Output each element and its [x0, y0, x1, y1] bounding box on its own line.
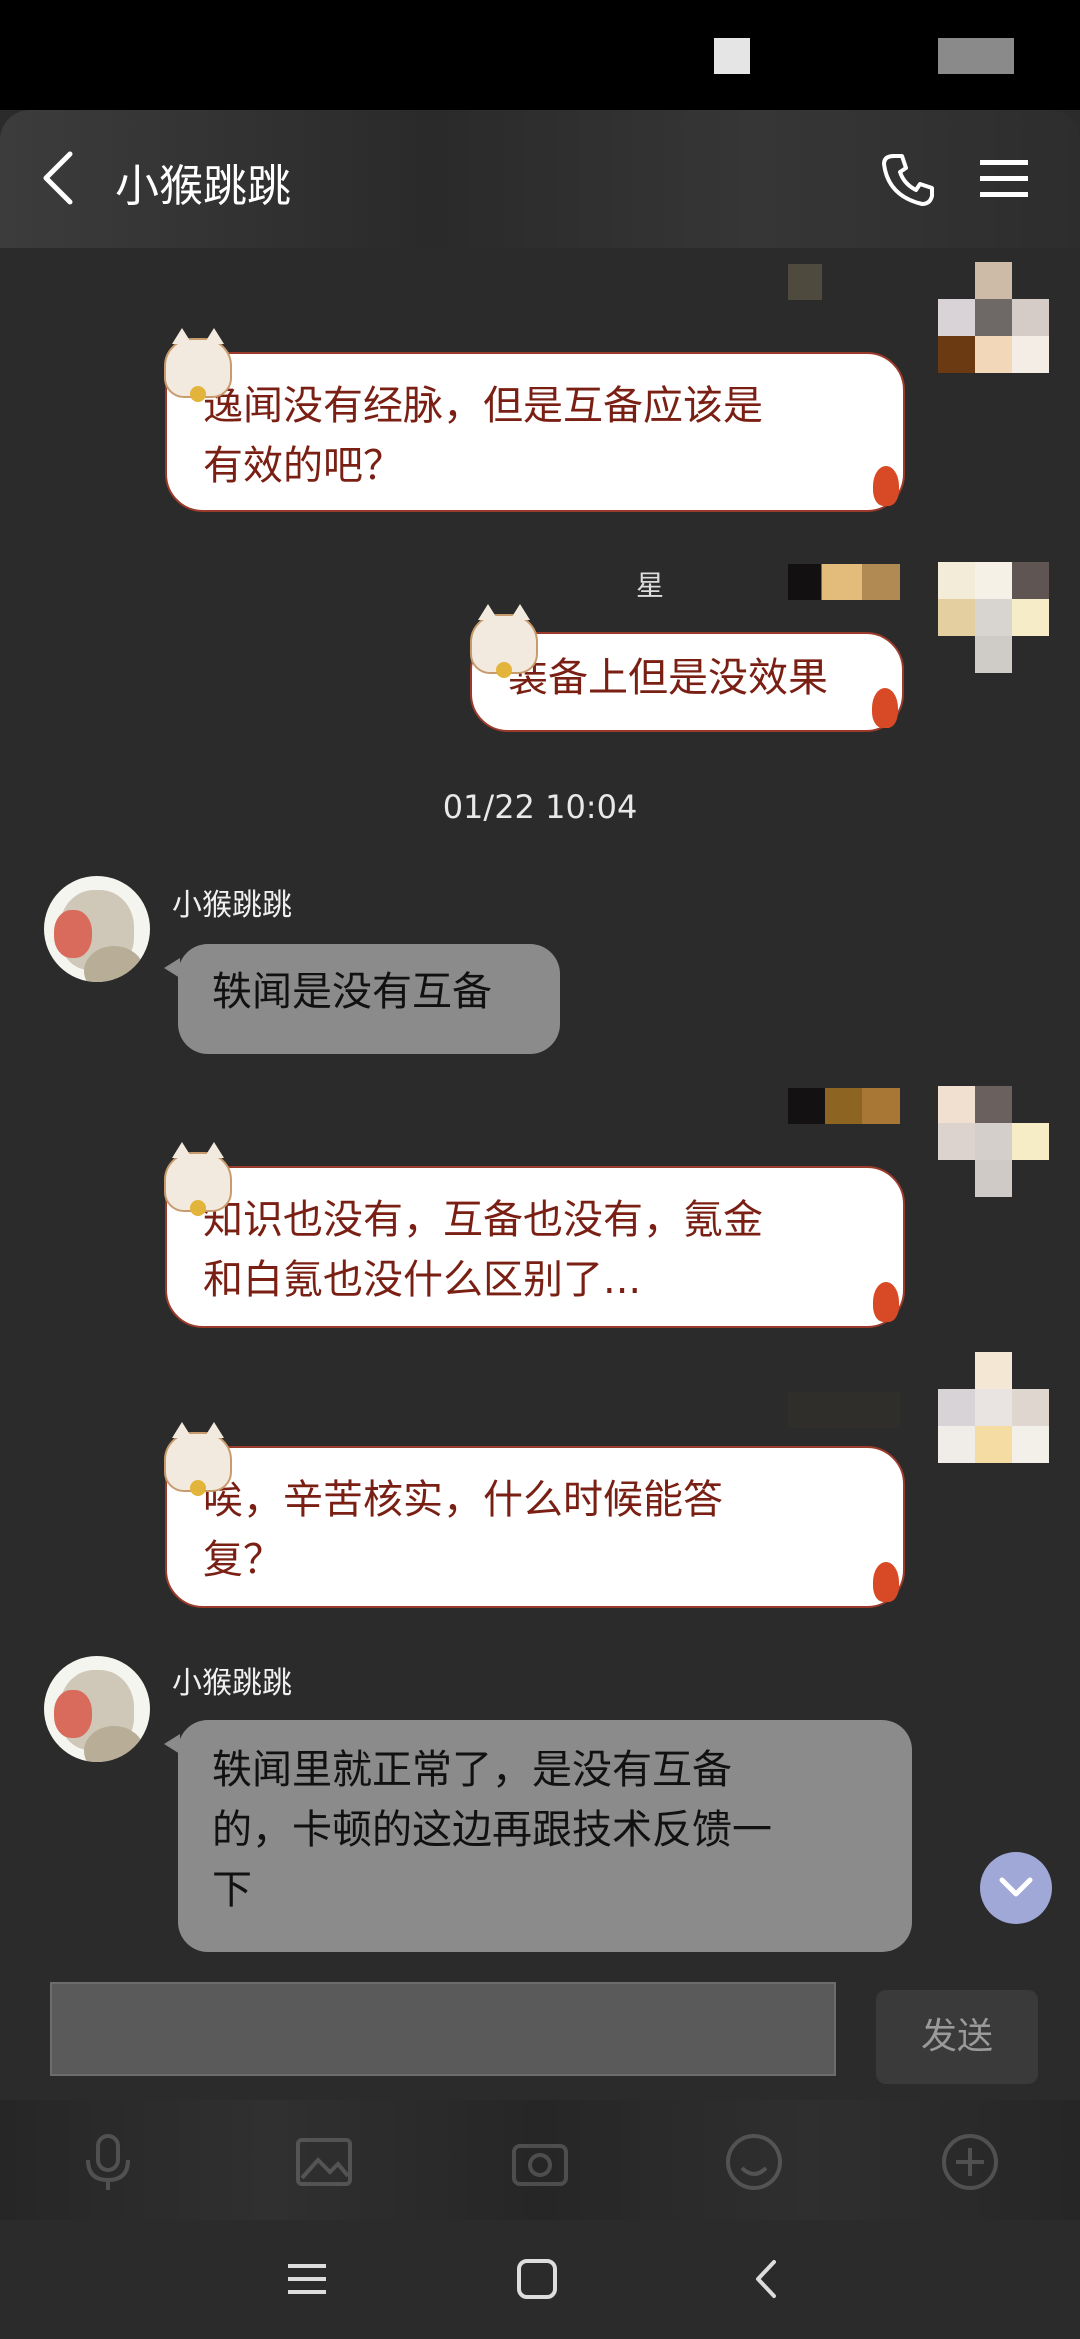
- sender-label: 星: [636, 569, 665, 602]
- sender-name: 小猴跳跳: [172, 1666, 292, 1701]
- sender-name: 小猴跳跳: [172, 888, 292, 923]
- message-text: 的，卡顿的这边再跟技术反馈一: [212, 1807, 772, 1853]
- system-nav-bar: [0, 2220, 1080, 2339]
- message-text: 知识也没有，互备也没有，氪金: [203, 1197, 763, 1243]
- message-text: 复？: [203, 1537, 283, 1583]
- plus-icon[interactable]: [938, 2130, 1002, 2194]
- flame-decoration: [872, 688, 898, 728]
- contact-avatar[interactable]: [44, 1656, 150, 1762]
- image-icon[interactable]: [292, 2130, 356, 2194]
- flame-decoration: [873, 1282, 899, 1322]
- flame-decoration: [873, 466, 899, 506]
- message-input[interactable]: [50, 1982, 836, 2076]
- chevron-down-icon: [999, 1877, 1033, 1897]
- message-bubble-incoming[interactable]: 轶闻里就正常了，是没有互备 的，卡顿的这边再跟技术反馈一 下: [164, 1720, 912, 1952]
- input-toolbar: [0, 2100, 1080, 2220]
- sender-name-redacted: [788, 1392, 900, 1428]
- nav-home-icon[interactable]: [514, 2256, 560, 2302]
- contact-avatar[interactable]: [44, 876, 150, 982]
- lucky-cat-decoration: [164, 1422, 232, 1496]
- battery-indicator: [938, 38, 1014, 74]
- my-avatar[interactable]: [938, 562, 1050, 674]
- lucky-cat-decoration: [470, 604, 538, 678]
- message-text: 轶闻里就正常了，是没有互备: [212, 1747, 732, 1793]
- sender-name-redacted: [788, 564, 900, 600]
- camera-icon[interactable]: [508, 2130, 572, 2194]
- timestamp: 01/22 10:04: [442, 788, 638, 826]
- message-text: 有效的吧？: [203, 443, 403, 489]
- message-text: 和白氪也没什么区别了...: [203, 1257, 642, 1303]
- message-bubble-outgoing[interactable]: 知识也没有，互备也没有，氪金 和白氪也没什么区别了...: [165, 1166, 905, 1328]
- message-text: 唉，辛苦核实，什么时候能答: [203, 1477, 723, 1523]
- message-bubble-outgoing[interactable]: 唉，辛苦核实，什么时候能答 复？: [165, 1446, 905, 1608]
- my-avatar[interactable]: [938, 262, 1050, 374]
- nav-back-icon[interactable]: [744, 2256, 790, 2302]
- input-bar: 发送: [0, 1978, 1080, 2098]
- emoji-icon[interactable]: [722, 2130, 786, 2194]
- phone-icon[interactable]: [880, 150, 938, 208]
- lucky-cat-decoration: [164, 328, 232, 402]
- my-avatar[interactable]: [938, 1352, 1050, 1464]
- menu-icon[interactable]: [978, 156, 1030, 202]
- lucky-cat-decoration: [164, 1142, 232, 1216]
- message-text: 下: [212, 1867, 252, 1913]
- message-bubble-incoming[interactable]: 轶闻是没有互备: [164, 944, 560, 1054]
- flame-decoration: [873, 1562, 899, 1602]
- message-bubble-outgoing[interactable]: 逸闻没有经脉，但是互备应该是 有效的吧？: [165, 352, 905, 512]
- scroll-to-bottom-button[interactable]: [980, 1852, 1052, 1924]
- sender-name-redacted: [788, 1088, 900, 1124]
- message-text: 轶闻是没有互备: [212, 969, 492, 1015]
- microphone-icon[interactable]: [76, 2130, 140, 2194]
- message-text: 逸闻没有经脉，但是互备应该是: [203, 383, 763, 429]
- sender-name-redacted: [788, 264, 822, 300]
- message-text: 装备上但是没效果: [508, 655, 828, 701]
- chat-header: 小猴跳跳: [0, 110, 1080, 248]
- nav-menu-icon[interactable]: [284, 2256, 330, 2302]
- status-bar: [0, 0, 1080, 110]
- my-avatar[interactable]: [938, 1086, 1050, 1198]
- send-button[interactable]: 发送: [876, 1990, 1038, 2084]
- message-list[interactable]: 逸闻没有经脉，但是互备应该是 有效的吧？ 星 装备上但是没效果 01/22 10…: [0, 248, 1080, 1978]
- status-indicator: [714, 38, 750, 74]
- back-icon[interactable]: [36, 148, 80, 208]
- chat-title: 小猴跳跳: [115, 161, 291, 212]
